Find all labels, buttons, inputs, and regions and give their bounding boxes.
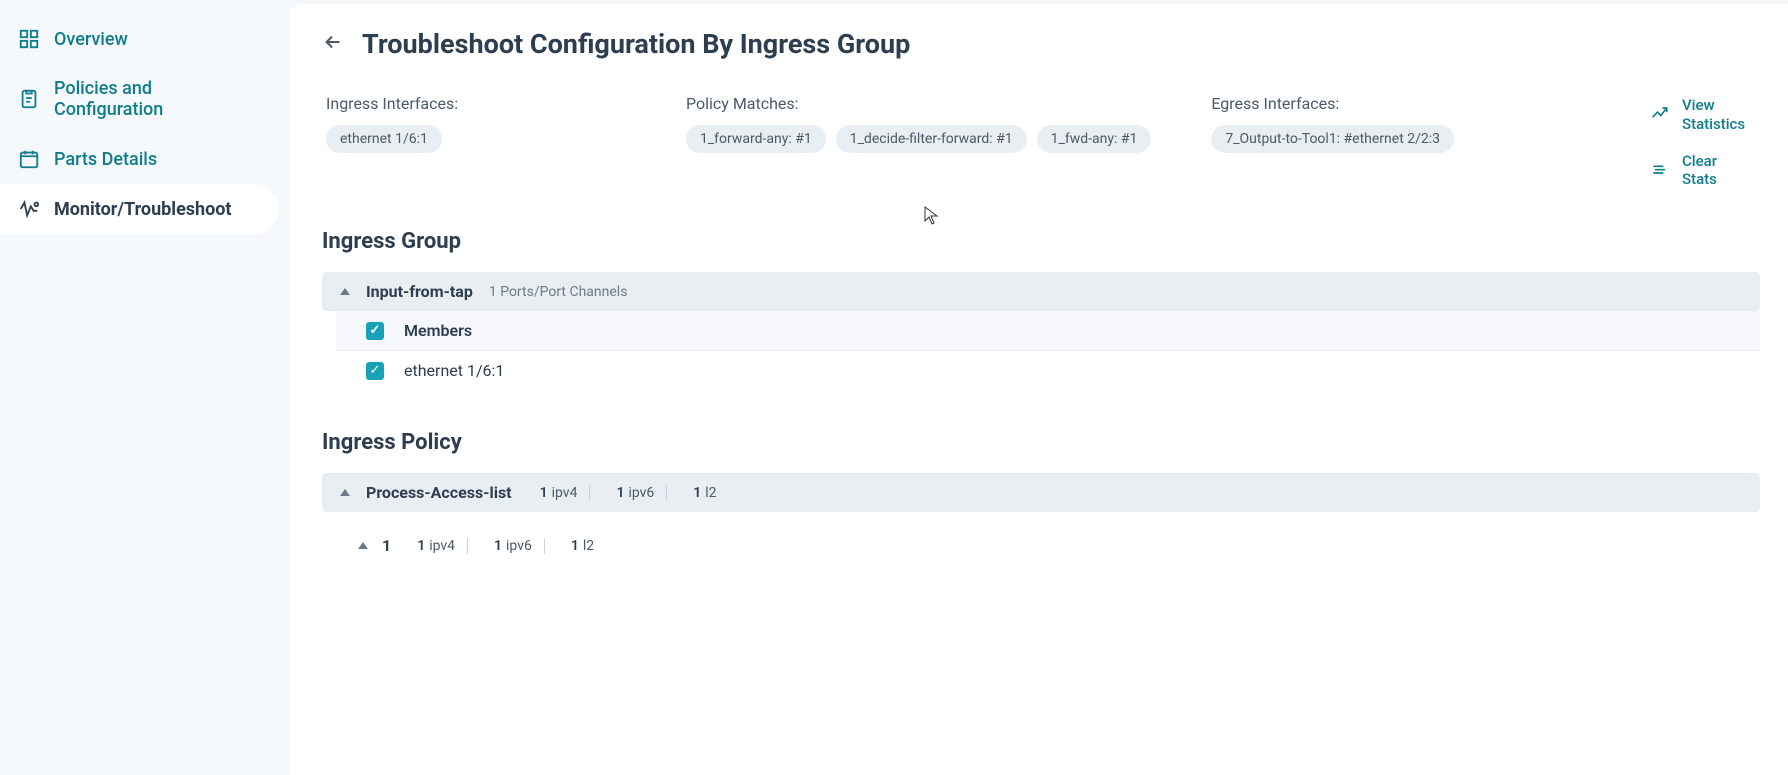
sidebar-item-policies[interactable]: Policies and Configuration <box>0 64 278 134</box>
sidebar-item-label: Parts Details <box>54 149 157 170</box>
ingress-interfaces-label: Ingress Interfaces: <box>326 94 626 113</box>
back-arrow-icon[interactable] <box>322 31 344 57</box>
dashboard-icon <box>18 28 40 50</box>
egress-interfaces-column: Egress Interfaces: 7_Output-to-Tool1: #e… <box>1211 94 1511 189</box>
sidebar: Overview Policies and Configuration Part… <box>0 0 290 775</box>
ingress-interfaces-chips: ethernet 1/6:1 <box>326 125 626 153</box>
clear-stats-link[interactable]: Clear Stats <box>1650 152 1752 190</box>
checkbox[interactable]: ✓ <box>366 322 384 340</box>
sidebar-item-overview[interactable]: Overview <box>0 14 278 64</box>
members-header-row: ✓ Members <box>336 311 1760 351</box>
ingress-policy-name: Process-Access-list <box>366 483 512 502</box>
clear-stats-label: Clear Stats <box>1682 152 1732 190</box>
member-value: ethernet 1/6:1 <box>404 361 504 380</box>
chip[interactable]: 1_fwd-any: #1 <box>1037 125 1152 153</box>
calendar-icon <box>18 148 40 170</box>
sidebar-item-label: Policies and Configuration <box>54 78 260 120</box>
sidebar-item-monitor[interactable]: Monitor/Troubleshoot <box>0 184 278 234</box>
policy-matches-column: Policy Matches: 1_forward-any: #1 1_deci… <box>686 94 1151 189</box>
clear-icon <box>1650 158 1670 182</box>
egress-interfaces-label: Egress Interfaces: <box>1211 94 1511 113</box>
chip[interactable]: 1_decide-filter-forward: #1 <box>836 125 1027 153</box>
collapse-caret-icon[interactable] <box>340 288 350 295</box>
ingress-group-title: Ingress Group <box>322 229 1760 254</box>
chip[interactable]: 7_Output-to-Tool1: #ethernet 2/2:3 <box>1211 125 1454 153</box>
view-statistics-link[interactable]: View Statistics <box>1650 96 1752 134</box>
member-row: ✓ ethernet 1/6:1 <box>336 351 1760 390</box>
main-content: Troubleshoot Configuration By Ingress Gr… <box>290 4 1788 775</box>
page-title: Troubleshoot Configuration By Ingress Gr… <box>362 28 910 60</box>
policy-matches-chips: 1_forward-any: #1 1_decide-filter-forwar… <box>686 125 1151 153</box>
ingress-group-sub: 1 Ports/Port Channels <box>489 284 628 300</box>
egress-interfaces-chips: 7_Output-to-Tool1: #ethernet 2/2:3 <box>1211 125 1511 153</box>
ingress-group-name: Input-from-tap <box>366 282 473 301</box>
view-statistics-label: View Statistics <box>1682 96 1752 134</box>
ingress-group-panel-header[interactable]: Input-from-tap 1 Ports/Port Channels <box>322 272 1760 311</box>
ingress-interfaces-column: Ingress Interfaces: ethernet 1/6:1 <box>326 94 626 189</box>
policy-sub-tags: 1ipv4 1ipv6 1l2 <box>405 538 606 554</box>
chip[interactable]: ethernet 1/6:1 <box>326 125 442 153</box>
chip[interactable]: 1_forward-any: #1 <box>686 125 826 153</box>
members-label: Members <box>404 321 472 340</box>
collapse-caret-icon[interactable] <box>358 542 368 549</box>
checkbox[interactable]: ✓ <box>366 362 384 380</box>
clipboard-icon <box>18 88 40 110</box>
trending-up-icon <box>1650 103 1670 127</box>
activity-icon <box>18 198 40 220</box>
sidebar-item-parts[interactable]: Parts Details <box>0 134 278 184</box>
policy-sub-index: 1 <box>382 536 391 555</box>
sidebar-item-label: Monitor/Troubleshoot <box>54 199 232 220</box>
policy-matches-label: Policy Matches: <box>686 94 1151 113</box>
collapse-caret-icon[interactable] <box>340 489 350 496</box>
sidebar-item-label: Overview <box>54 29 128 50</box>
ingress-policy-panel-header[interactable]: Process-Access-list 1ipv4 1ipv6 1l2 <box>322 473 1760 512</box>
policy-tags: 1ipv4 1ipv6 1l2 <box>528 485 729 501</box>
ingress-policy-title: Ingress Policy <box>322 430 1760 455</box>
